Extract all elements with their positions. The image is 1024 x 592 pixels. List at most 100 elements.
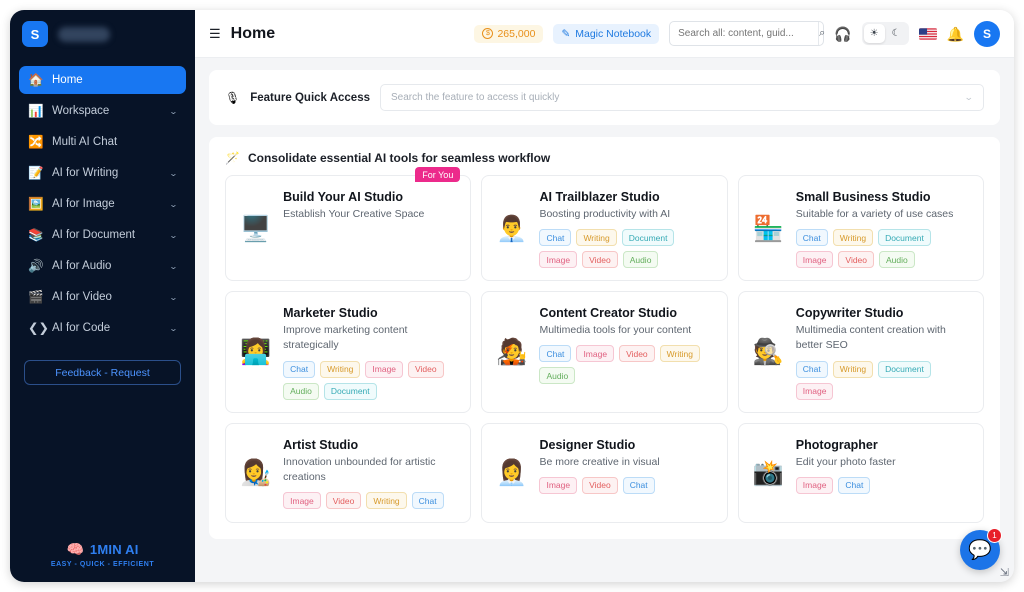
credits-badge[interactable]: $ 265,000 bbox=[474, 24, 544, 43]
notebook-edit-icon: ✎ bbox=[561, 27, 571, 40]
app-window: S 🏠 Home 📊 Workspace ⌄ 🔀 Multi AI Chat 📝 AI for … bbox=[10, 10, 1014, 582]
search-icon[interactable]: ⌕ bbox=[818, 22, 825, 45]
studio-tag[interactable]: Image bbox=[539, 476, 578, 494]
sidebar-item-icon: 📚 bbox=[28, 227, 44, 242]
studio-icon: 👩‍💻 bbox=[240, 338, 272, 367]
studio-tag[interactable]: Writing bbox=[366, 492, 407, 510]
studio-card[interactable]: 🕵️ Copywriter Studio Multimedia content cr… bbox=[737, 291, 984, 413]
sidebar-item-label: Home bbox=[52, 74, 83, 86]
studio-card-body: Content Creator Studio Multimedia tools f… bbox=[539, 306, 712, 399]
studio-tag[interactable]: Audio bbox=[622, 251, 659, 269]
studio-card[interactable]: 🧑‍🎤 Content Creator Studio Multimedia tool… bbox=[481, 291, 728, 413]
section-header: 🪄 Consolidate essential AI tools for sea… bbox=[209, 137, 1000, 175]
headphones-icon[interactable]: 🎧 bbox=[834, 27, 851, 41]
feature-quick-access: 🎙 Feature Quick Access Search the featur… bbox=[209, 70, 1000, 125]
studio-card[interactable]: 👩‍💻 Marketer Studio Improve marketing cont… bbox=[225, 291, 472, 413]
feature-search-placeholder: Search the feature to access it quickly bbox=[390, 92, 560, 103]
studio-card[interactable]: 👨‍💼 AI Trailblazer Studio Boosting product… bbox=[481, 175, 728, 282]
studio-tag[interactable]: Writing bbox=[659, 345, 700, 363]
studio-tag[interactable]: Chat bbox=[539, 345, 572, 363]
studio-tag[interactable]: Writing bbox=[832, 360, 874, 378]
menu-list-icon[interactable]: ☰ bbox=[209, 26, 221, 42]
studio-tag[interactable]: Chat bbox=[411, 492, 444, 510]
studio-tag[interactable]: Writing bbox=[320, 360, 361, 378]
studio-tag[interactable]: Video bbox=[582, 476, 618, 494]
sidebar-item-icon: 📊 bbox=[28, 103, 44, 118]
studio-card[interactable]: For You 🖥️ Build Your AI Studio Establish Y… bbox=[225, 167, 472, 282]
workspace-logo[interactable]: S bbox=[22, 21, 48, 47]
studio-tag[interactable]: Image bbox=[795, 251, 834, 269]
chevron-down-icon: ⌄ bbox=[169, 323, 179, 333]
studio-tag[interactable]: Video bbox=[408, 360, 444, 378]
studio-tags: Chat Writing Document Image bbox=[795, 360, 969, 400]
dark-mode-button[interactable]: ☾ bbox=[886, 24, 907, 43]
studio-card[interactable]: 🏪 Small Business Studio Suitable for a var… bbox=[737, 175, 984, 282]
content-scroll[interactable]: 🎙 Feature Quick Access Search the featur… bbox=[195, 58, 1014, 582]
studio-icon: 🕵️ bbox=[752, 338, 784, 367]
studio-tag[interactable]: Audio bbox=[283, 382, 319, 400]
sidebar-item-home[interactable]: 🏠 Home bbox=[19, 66, 186, 94]
sidebar-item-ai-for-writing[interactable]: 📝 AI for Writing ⌄ bbox=[19, 159, 186, 187]
sidebar-item-label: AI for Video bbox=[52, 291, 112, 303]
studio-card[interactable]: 👩‍💼 Designer Studio Be more creative in vi… bbox=[481, 422, 728, 523]
studio-tag[interactable]: Document bbox=[621, 229, 675, 247]
sidebar-item-ai-for-image[interactable]: 🖼️ AI for Image ⌄ bbox=[19, 190, 186, 218]
studio-tag[interactable]: Image bbox=[539, 251, 578, 269]
studio-tag[interactable]: Chat bbox=[795, 229, 828, 247]
studio-tag[interactable]: Chat bbox=[838, 476, 871, 494]
search-input[interactable] bbox=[670, 28, 819, 39]
studio-tag[interactable]: Chat bbox=[795, 360, 828, 378]
chevron-down-icon: ⌄ bbox=[169, 292, 179, 302]
workspace-name-masked bbox=[58, 26, 110, 42]
studio-tag[interactable]: Image bbox=[365, 360, 404, 378]
studio-description: Establish Your Creative Space bbox=[283, 208, 425, 220]
chat-bubble-icon: 💬 bbox=[968, 540, 992, 561]
feedback-request-button[interactable]: Feedback - Request bbox=[24, 360, 181, 385]
us-flag-icon[interactable] bbox=[918, 27, 937, 40]
studio-icon: 👨‍💼 bbox=[496, 214, 528, 243]
studio-tag[interactable]: Image bbox=[795, 382, 834, 400]
sidebar-item-workspace[interactable]: 📊 Workspace ⌄ bbox=[19, 97, 186, 125]
magic-notebook-button[interactable]: ✎ Magic Notebook bbox=[553, 23, 660, 44]
studio-tag[interactable]: Video bbox=[582, 251, 618, 269]
studio-tag[interactable]: Video bbox=[619, 345, 655, 363]
chat-widget-button[interactable]: 💬 1 bbox=[960, 528, 1002, 570]
studio-tag[interactable]: Image bbox=[795, 476, 834, 494]
studio-card[interactable]: 📸 Photographer Edit your photo faster Image… bbox=[737, 422, 984, 523]
sidebar-item-ai-for-document[interactable]: 📚 AI for Document ⌄ bbox=[19, 221, 186, 249]
resize-handle-icon[interactable]: ⇲ bbox=[1000, 566, 1009, 579]
studio-card-body: Marketer Studio Improve marketing content… bbox=[283, 306, 456, 400]
feature-search-select[interactable]: Search the feature to access it quickly … bbox=[379, 84, 984, 111]
studio-tag[interactable]: Video bbox=[325, 492, 362, 510]
studio-tag[interactable]: Image bbox=[283, 492, 321, 510]
sidebar-item-icon: 🏠 bbox=[28, 72, 44, 87]
studio-icon: 📸 bbox=[752, 459, 784, 488]
studio-tag[interactable]: Writing bbox=[832, 229, 874, 247]
studio-card-body: Artist Studio Innovation unbounded for ar… bbox=[283, 438, 456, 510]
brand-tagline: EASY - QUICK - EFFICIENT bbox=[50, 561, 155, 568]
sidebar-item-multi-ai-chat[interactable]: 🔀 Multi AI Chat bbox=[19, 128, 186, 156]
avatar[interactable]: S bbox=[974, 20, 1000, 47]
studio-tag[interactable]: Image bbox=[576, 345, 615, 363]
studio-tags: Image Video Writing Chat bbox=[283, 492, 456, 510]
studio-title: Build Your AI Studio bbox=[283, 190, 404, 204]
light-mode-button[interactable]: ☀ bbox=[863, 24, 885, 43]
studio-tag[interactable]: Writing bbox=[576, 229, 617, 247]
studio-tag[interactable]: Document bbox=[323, 382, 377, 400]
sidebar-item-ai-for-code[interactable]: ❮❯ AI for Code ⌄ bbox=[19, 314, 186, 342]
studio-tag[interactable]: Chat bbox=[283, 360, 316, 378]
studio-tag[interactable]: Chat bbox=[622, 476, 655, 494]
section-title: Consolidate essential AI tools for seaml… bbox=[247, 151, 551, 165]
studio-tag[interactable]: Document bbox=[878, 229, 931, 247]
studio-tags: Image Video Chat bbox=[539, 476, 712, 494]
studio-tag[interactable]: Audio bbox=[879, 251, 915, 269]
studio-tag[interactable]: Audio bbox=[539, 367, 576, 385]
studio-tag[interactable]: Video bbox=[838, 251, 875, 269]
sidebar-item-ai-for-video[interactable]: 🎬 AI for Video ⌄ bbox=[19, 283, 186, 311]
bell-icon[interactable]: 🔔 bbox=[947, 27, 964, 41]
sidebar-item-ai-for-audio[interactable]: 🔊 AI for Audio ⌄ bbox=[19, 252, 186, 280]
studio-card[interactable]: 👩‍🎨 Artist Studio Innovation unbounded for… bbox=[225, 422, 472, 523]
studio-tag[interactable]: Document bbox=[878, 360, 931, 378]
studio-title: Content Creator Studio bbox=[539, 306, 677, 321]
studio-tag[interactable]: Chat bbox=[539, 229, 572, 247]
